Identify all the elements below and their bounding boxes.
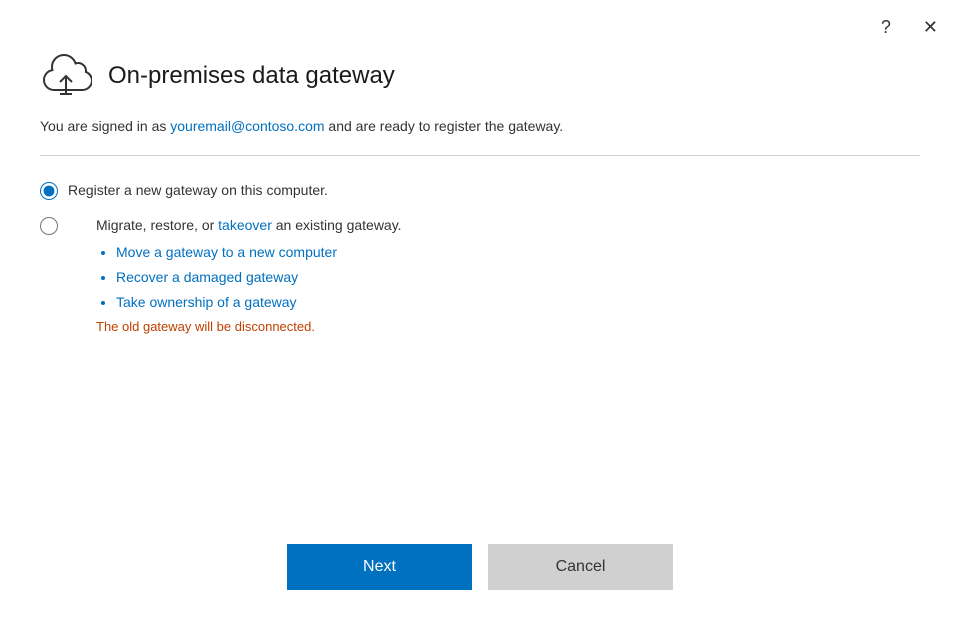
- dialog-content: On-premises data gateway You are signed …: [0, 44, 960, 524]
- title-bar: ? ✕: [0, 0, 960, 44]
- takeover-link: takeover: [218, 217, 272, 233]
- options-group: Register a new gateway on this computer.…: [40, 180, 920, 334]
- page-title: On-premises data gateway: [108, 62, 395, 90]
- bullet-list: Move a gateway to a new computer Recover…: [116, 242, 402, 313]
- dialog: ? ✕ On-premises data gateway You are sig…: [0, 0, 960, 630]
- migrate-radio[interactable]: [40, 217, 58, 235]
- help-button[interactable]: ?: [875, 16, 897, 38]
- subtitle-text: You are signed in as youremail@contoso.c…: [40, 116, 920, 137]
- title-bar-controls: ? ✕: [875, 16, 944, 38]
- bullet-item-1: Move a gateway to a new computer: [116, 242, 402, 263]
- section-divider: [40, 155, 920, 156]
- cancel-button[interactable]: Cancel: [488, 544, 673, 590]
- migrate-label[interactable]: Migrate, restore, or takeover an existin…: [96, 217, 402, 233]
- migrate-content: Migrate, restore, or takeover an existin…: [96, 215, 402, 334]
- close-button[interactable]: ✕: [917, 16, 944, 38]
- dialog-footer: Next Cancel: [0, 524, 960, 630]
- dialog-header: On-premises data gateway: [40, 54, 920, 98]
- cloud-icon: [40, 54, 92, 98]
- migrate-prefix: Migrate, restore, or: [96, 217, 218, 233]
- subtitle-suffix: and are ready to register the gateway.: [325, 118, 564, 134]
- bullet-item-2: Recover a damaged gateway: [116, 267, 402, 288]
- register-label[interactable]: Register a new gateway on this computer.: [68, 180, 328, 201]
- register-radio[interactable]: [40, 182, 58, 200]
- option-migrate-row: Migrate, restore, or takeover an existin…: [40, 215, 920, 334]
- disclaimer-text: The old gateway will be disconnected.: [96, 319, 402, 334]
- migrate-suffix: an existing gateway.: [272, 217, 402, 233]
- bullet-item-3: Take ownership of a gateway: [116, 292, 402, 313]
- user-email: youremail@contoso.com: [170, 118, 324, 134]
- option-register-row: Register a new gateway on this computer.: [40, 180, 920, 201]
- subtitle-prefix: You are signed in as: [40, 118, 170, 134]
- next-button[interactable]: Next: [287, 544, 472, 590]
